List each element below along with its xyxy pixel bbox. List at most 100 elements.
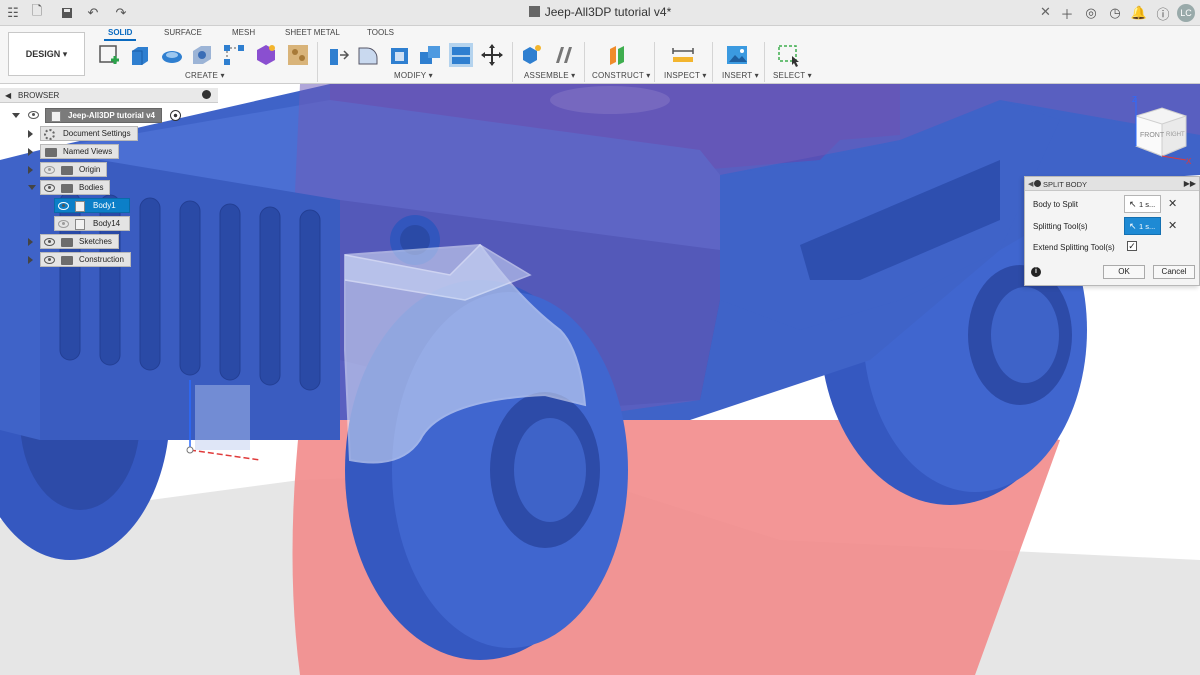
tab-tools[interactable]: TOOLS [367,28,394,37]
expand-icon[interactable] [28,256,33,264]
close-tab-icon[interactable]: ✕ [1040,4,1051,20]
body-to-split-value: 1 s... [1139,200,1156,209]
avatar[interactable]: LC [1177,4,1195,22]
viewcube-right-label[interactable]: RIGHT [1166,132,1185,138]
revolve-icon[interactable] [160,43,184,67]
create-form-icon[interactable] [254,43,278,67]
insert-menu[interactable]: INSERT ▾ [722,71,759,80]
press-pull-icon[interactable] [326,43,350,67]
joint-icon[interactable] [552,43,576,67]
tab-surface[interactable]: SURFACE [164,28,202,37]
view-cube[interactable]: FRONT RIGHT Z X [1128,94,1194,166]
item-label: Named Views [63,147,113,156]
dialog-expand-icon[interactable]: ▶▶ [1184,179,1196,188]
construct-menu[interactable]: CONSTRUCT ▾ [592,71,651,80]
item-label: Body1 [93,201,116,210]
browser-item-body14[interactable]: Body14 [0,216,218,231]
browser-item-sketches[interactable]: Sketches [0,234,218,249]
extend-splitting-tools-checkbox[interactable]: ✓ [1127,241,1137,251]
folder-icon [61,256,73,265]
toolbar-divider [317,42,318,82]
collapse-icon[interactable] [28,185,36,190]
dialog-pin-icon[interactable] [1034,180,1041,187]
browser-item-bodies[interactable]: Bodies [0,180,218,195]
expand-icon[interactable] [12,113,20,118]
browser-item-named-views[interactable]: Named Views [0,144,218,159]
browser-item-document-settings[interactable]: Document Settings [0,126,218,141]
job-status-icon[interactable]: ◷ [1106,4,1124,22]
extensions-icon[interactable]: ◎ [1082,4,1100,22]
workspace-switcher-button[interactable]: DESIGN ▾ [8,32,85,76]
clear-body-selection-icon[interactable]: ✕ [1168,197,1177,210]
splitting-tools-label: Splitting Tool(s) [1033,222,1088,231]
body-to-split-selector[interactable]: ↖ 1 s... [1124,195,1161,213]
browser-root-row[interactable]: Jeep-All3DP tutorial v4 [0,108,218,123]
visibility-eye-icon[interactable] [44,238,55,246]
toolbar-divider [654,42,655,82]
browser-item-origin[interactable]: Origin [0,162,218,177]
measure-icon[interactable] [671,43,695,67]
cancel-button[interactable]: Cancel [1153,265,1195,279]
browser-pin-icon[interactable] [202,90,211,99]
toolbar-divider [584,42,585,82]
visibility-eye-icon[interactable] [44,256,55,264]
visibility-eye-icon[interactable] [28,111,39,119]
document-node[interactable]: Jeep-All3DP tutorial v4 [45,108,162,123]
new-tab-icon[interactable]: ＋ [1058,4,1076,22]
browser-item-body1[interactable]: Body1 [0,198,218,213]
expand-icon[interactable] [28,148,33,156]
document-icon [51,111,61,122]
dialog-header[interactable]: ◀ SPLIT BODY ▶▶ [1025,177,1199,191]
fillet-icon[interactable] [356,43,380,67]
tab-solid[interactable]: SOLID [103,28,137,41]
dialog-collapse-icon[interactable]: ◀ [1028,180,1033,188]
ok-button[interactable]: OK [1103,265,1145,279]
create-sketch-icon[interactable] [97,43,121,67]
move-copy-icon[interactable] [480,43,504,67]
browser-item-construction[interactable]: Construction [0,252,218,267]
folder-icon [61,166,73,175]
collapse-browser-icon[interactable]: ◀ [5,91,11,100]
document-tab[interactable]: Jeep-All3DP tutorial v4* [0,5,1200,19]
extrude-icon[interactable] [128,43,152,67]
visibility-eye-icon[interactable] [58,202,69,210]
hidden-eye-icon[interactable] [58,220,69,228]
info-icon[interactable]: i [1031,267,1041,277]
item-label: Construction [79,255,124,264]
select-menu[interactable]: SELECT ▾ [773,71,812,80]
tab-mesh[interactable]: MESH [232,28,255,37]
activate-radio-icon[interactable] [170,110,181,121]
clear-tool-selection-icon[interactable]: ✕ [1168,219,1177,232]
offset-plane-icon[interactable] [606,43,630,67]
splitting-tools-value: 1 s... [1139,222,1156,231]
inspect-menu[interactable]: INSPECT ▾ [664,71,707,80]
expand-icon[interactable] [28,130,33,138]
visibility-eye-icon[interactable] [44,184,55,192]
pattern-icon[interactable] [222,43,246,67]
origin-point [186,446,194,454]
hidden-eye-icon[interactable] [44,166,55,174]
decal-icon[interactable] [286,43,310,67]
hole-icon[interactable] [190,43,214,67]
splitting-tools-selector[interactable]: ↖ 1 s... [1124,217,1161,235]
expand-icon[interactable] [28,166,33,174]
viewcube-front-label[interactable]: FRONT [1140,132,1165,139]
tab-sheet-metal[interactable]: SHEET METAL [285,28,340,37]
combine-icon[interactable] [418,43,442,67]
cursor-icon: ↖ [1129,199,1137,209]
folder-icon [61,238,73,247]
document-title: Jeep-All3DP tutorial v4* [544,5,672,19]
modify-menu[interactable]: MODIFY ▾ [394,71,433,80]
folder-icon [61,184,73,193]
assemble-menu[interactable]: ASSEMBLE ▾ [524,71,575,80]
new-component-icon[interactable] [520,43,544,67]
expand-icon[interactable] [28,238,33,246]
browser-title: BROWSER [18,91,60,100]
create-menu[interactable]: CREATE ▾ [185,71,225,80]
insert-canvas-icon[interactable] [725,43,749,67]
window-select-icon[interactable] [777,43,801,67]
notifications-icon[interactable]: 🔔 [1130,4,1148,22]
split-body-icon[interactable] [449,43,473,67]
help-icon[interactable]: ⓘ [1154,4,1172,22]
shell-icon[interactable] [388,43,412,67]
